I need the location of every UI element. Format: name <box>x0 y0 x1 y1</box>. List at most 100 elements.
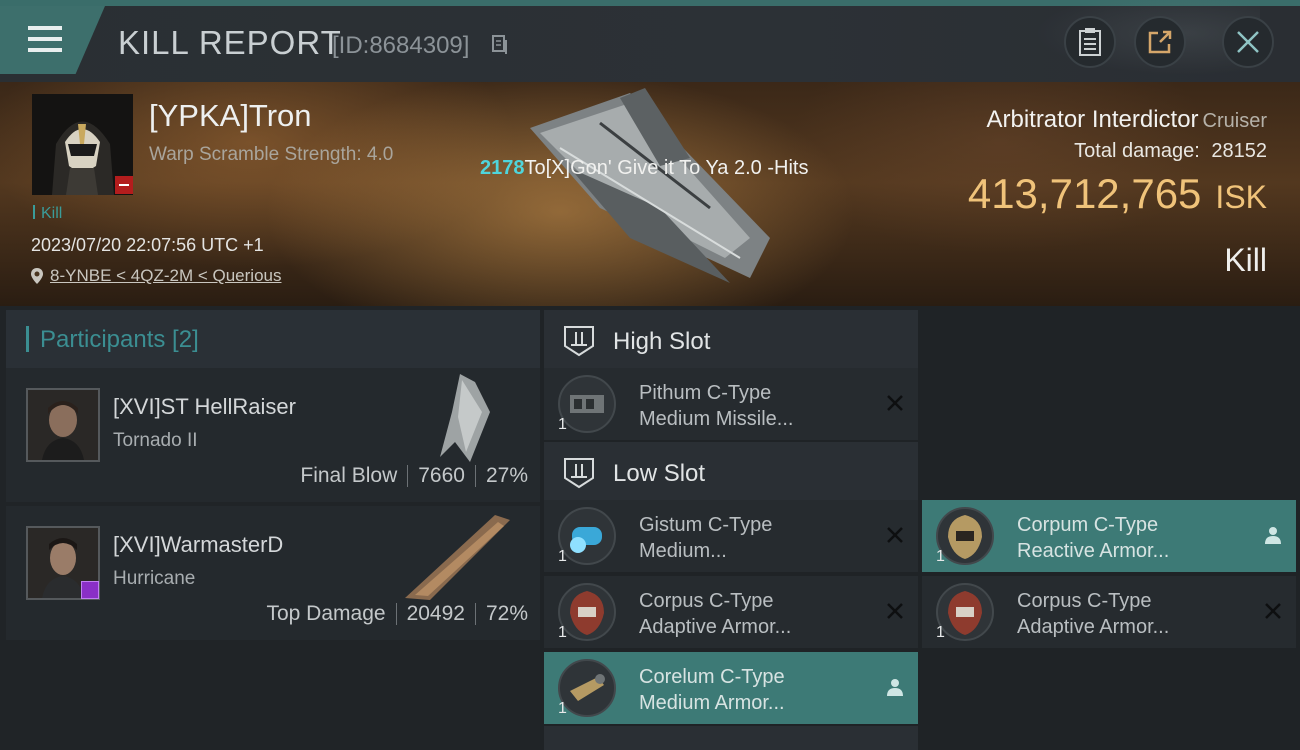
participant-ship-image <box>440 374 490 462</box>
participant-percent: 72% <box>485 602 528 625</box>
participant-role: Top Damage <box>266 602 386 625</box>
low-slot-header: Low Slot <box>544 442 918 502</box>
module-name: Pithum C-Type Medium Missile... <box>639 380 859 432</box>
kill-location-link[interactable]: 8-YNBE < 4QZ-2M < Querious <box>30 266 281 286</box>
participant-ship-image <box>405 515 510 600</box>
participant-row[interactable]: [XVI]WarmasterD Hurricane Top Damage 204… <box>6 506 540 640</box>
module-quantity: 1 <box>936 624 945 641</box>
participant-percent: 27% <box>485 464 528 487</box>
module-name-line: Medium Armor... <box>639 692 785 714</box>
module-name-line: Gistum C-Type <box>639 514 773 536</box>
module-name: Corpus C-Type Adaptive Armor... <box>639 588 859 640</box>
participants-panel: Participants [2] [XVI]ST HellRaiser Torn… <box>0 306 540 750</box>
participant-ship: Hurricane <box>113 568 196 589</box>
participants-header[interactable]: Participants [2] <box>6 310 540 368</box>
high-slot-header: High Slot <box>544 310 918 370</box>
module-name-line: Adaptive Armor... <box>1017 616 1170 638</box>
participant-name: [XVI]WarmasterD <box>113 532 284 557</box>
module-item[interactable]: 1 Corpus C-Type Adaptive Armor... <box>922 576 1296 648</box>
kill-tag: Kill <box>33 205 62 223</box>
module-name: Gistum C-Type Medium... <box>639 512 859 564</box>
hostile-badge <box>115 176 133 194</box>
high-slot-icon <box>564 326 594 357</box>
module-name: Corpus C-Type Adaptive Armor... <box>1017 588 1237 640</box>
top-bar: KILL REPORT [ID:8684309] <box>0 0 1300 82</box>
participant-damage: 7660 <box>418 464 465 487</box>
module-name-line: Medium Missile... <box>639 408 794 430</box>
report-id: [ID:8684309] <box>332 32 470 59</box>
stat-divider <box>395 603 397 625</box>
module-name-line: Corpum C-Type <box>1017 514 1159 536</box>
participants-title: Participants [2] <box>40 326 199 353</box>
participant-row[interactable]: [XVI]ST HellRaiser Tornado II Final Blow… <box>6 368 540 502</box>
copy-icon[interactable] <box>492 35 508 55</box>
low-slot-title: Low Slot <box>613 460 706 487</box>
module-name-line: Pithum C-Type <box>639 382 772 404</box>
location-text: 8-YNBE < 4QZ-2M < Querious <box>50 266 282 285</box>
mid-slot-header-partial <box>544 726 918 750</box>
isk-unit: ISK <box>1215 179 1267 215</box>
stat-divider <box>474 465 476 487</box>
clipboard-button[interactable] <box>1064 16 1116 68</box>
avatar <box>26 388 100 462</box>
hit-count: 2178 <box>480 157 525 179</box>
module-item[interactable]: 1 Corpum C-Type Reactive Armor... <box>922 500 1296 572</box>
high-slot-title: High Slot <box>613 328 711 355</box>
remove-x-icon[interactable] <box>1262 600 1284 622</box>
share-button[interactable] <box>1134 16 1186 68</box>
menu-icon-bar <box>28 48 62 52</box>
menu-icon-bar <box>28 37 62 41</box>
participant-role: Final Blow <box>300 464 398 487</box>
menu-button[interactable] <box>0 6 105 74</box>
page-title: KILL REPORT <box>118 24 342 61</box>
ship-name: Arbitrator Interdictor <box>986 106 1199 133</box>
module-name-line: Corelum C-Type <box>639 666 785 688</box>
hit-info: 2178To[X]Gon' Give it To Ya 2.0 -Hits <box>480 157 808 180</box>
total-damage-value: 28152 <box>1211 140 1267 162</box>
kill-timestamp: 2023/07/20 22:07:56 UTC +1 <box>31 235 264 255</box>
module-item[interactable]: 1 Corpus C-Type Adaptive Armor... <box>544 576 918 648</box>
module-item[interactable]: 1 Gistum C-Type Medium... <box>544 500 918 572</box>
close-button[interactable] <box>1222 16 1274 68</box>
fitting-panel: High Slot 1 Pithum C-Type Medium Missile… <box>540 306 1300 750</box>
isk-value: 413,712,765 ISK <box>968 170 1267 218</box>
warp-scramble-strength: Warp Scramble Strength: 4.0 <box>149 144 394 165</box>
module-name-line: Adaptive Armor... <box>639 616 792 638</box>
victim-ship-image <box>530 88 770 283</box>
low-slot-icon <box>564 458 594 489</box>
module-quantity: 1 <box>558 700 567 717</box>
victim-ship-type: Arbitrator Interdictor Cruiser <box>986 106 1267 134</box>
module-name-line: Reactive Armor... <box>1017 540 1170 562</box>
module-name: Corelum C-Type Medium Armor... <box>639 664 859 716</box>
ship-class: Cruiser <box>1202 110 1267 132</box>
pilot-icon[interactable] <box>884 676 906 698</box>
pilot-icon[interactable] <box>1262 524 1284 546</box>
total-damage: Total damage: 28152 <box>1074 140 1267 163</box>
menu-icon-bar <box>28 26 62 30</box>
remove-x-icon[interactable] <box>884 600 906 622</box>
share-icon <box>1148 30 1172 54</box>
participant-stats: Top Damage 20492 72% <box>266 602 528 626</box>
clipboard-icon <box>1079 28 1101 56</box>
module-name-line: Medium... <box>639 540 727 562</box>
participant-stats: Final Blow 7660 27% <box>300 464 528 488</box>
close-icon <box>1237 31 1259 53</box>
pilot-badge <box>81 581 99 599</box>
isk-amount: 413,712,765 <box>967 170 1202 217</box>
module-name-line: Corpus C-Type <box>639 590 774 612</box>
module-quantity: 1 <box>558 624 567 641</box>
module-quantity: 1 <box>558 548 567 565</box>
module-quantity: 1 <box>936 548 945 565</box>
stat-divider <box>474 603 476 625</box>
location-pin-icon <box>31 268 43 284</box>
participant-ship: Tornado II <box>113 430 198 451</box>
module-name-line: Corpus C-Type <box>1017 590 1152 612</box>
remove-x-icon[interactable] <box>884 524 906 546</box>
module-item[interactable]: 1 Pithum C-Type Medium Missile... <box>544 368 918 440</box>
remove-x-icon[interactable] <box>884 392 906 414</box>
module-name: Corpum C-Type Reactive Armor... <box>1017 512 1237 564</box>
total-damage-label: Total damage: <box>1074 140 1200 162</box>
module-item[interactable]: 1 Corelum C-Type Medium Armor... <box>544 652 918 724</box>
stat-divider <box>407 465 409 487</box>
victim-name[interactable]: [YPKA]Tron <box>149 98 312 134</box>
